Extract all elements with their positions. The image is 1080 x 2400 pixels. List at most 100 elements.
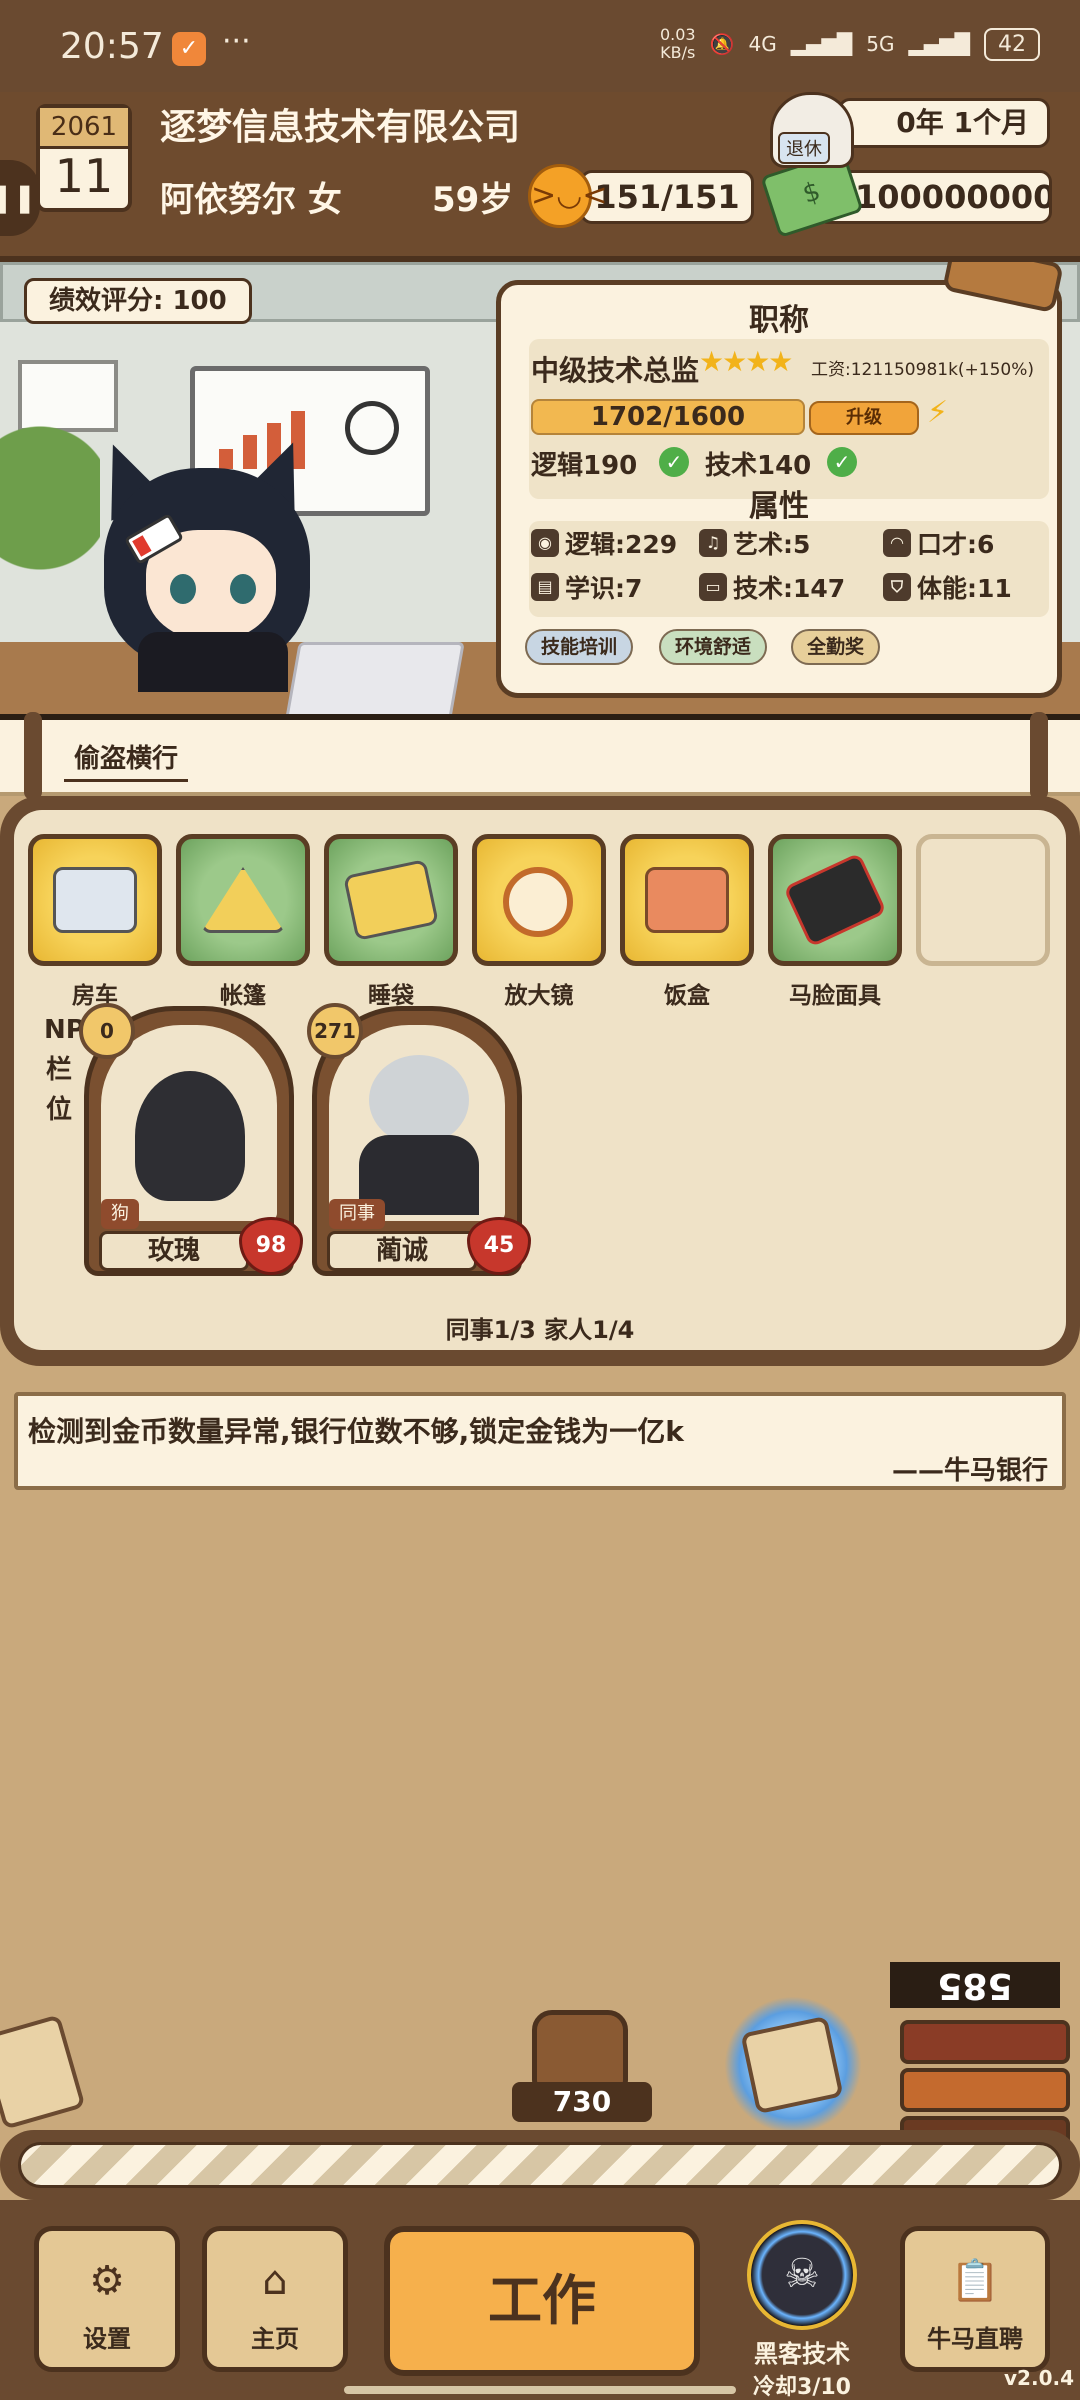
npc-type: 同事 bbox=[329, 1199, 385, 1229]
mute-icon: 🔕 bbox=[709, 32, 735, 56]
item-label: 马脸面具 bbox=[789, 983, 881, 1009]
company-name: 逐梦信息技术有限公司 bbox=[160, 107, 521, 148]
signal-bars-icon: ▂▄▆█ bbox=[790, 32, 853, 56]
inventory-panel: 房车 帐篷 睡袋 放大镜 饭盒 马脸面具 NPC栏位 0 狗 玫瑰 98 271… bbox=[0, 796, 1080, 1366]
system-home-indicator[interactable] bbox=[344, 2386, 736, 2394]
colleague-head bbox=[369, 1055, 469, 1145]
signal-4g: 4G bbox=[748, 32, 777, 56]
item-label: 放大镜 bbox=[504, 983, 574, 1009]
music-icon: ♫ bbox=[699, 529, 727, 557]
job-title: 中级技术总监 bbox=[531, 354, 700, 387]
status-right-group: 0.03 KB/s 🔕 4G ▂▄▆█ 5G ▂▄▆█ 42 bbox=[660, 26, 1040, 62]
npc-counter: 同事1/3 家人1/4 bbox=[445, 1316, 635, 1344]
laptop-icon bbox=[281, 642, 465, 714]
settings-label: 设置 bbox=[83, 2325, 131, 2353]
bank-notice: 检测到金币数量异常,银行位数不够,锁定金钱为一亿k ——牛马银行 bbox=[14, 1392, 1066, 1490]
bar bbox=[219, 449, 233, 469]
req-logic: 逻辑190 bbox=[531, 451, 638, 481]
attr-knowledge: ▤ 学识:7 bbox=[531, 569, 642, 605]
item-slot-lunchbox[interactable] bbox=[620, 834, 754, 966]
req-tech: 技术140 bbox=[705, 451, 812, 481]
job-title-heading: 职称 bbox=[749, 303, 809, 338]
lightning-icon: ⚡ bbox=[927, 395, 949, 430]
retire-countdown[interactable]: 0年 1个月 bbox=[838, 98, 1050, 148]
job-stars-icon: ★★★★ bbox=[699, 345, 793, 378]
upgrade-button[interactable]: 升级 bbox=[809, 401, 919, 435]
potted-plant bbox=[0, 422, 100, 612]
job-card[interactable]: 职称 中级技术总监 ★★★★ 工资:121150981k(+150%) 1702… bbox=[496, 280, 1062, 698]
tag-skill-training[interactable]: 技能培训 bbox=[525, 629, 634, 665]
battery-level: 42 bbox=[984, 27, 1040, 61]
tag-attendance-bonus[interactable]: 全勤奖 bbox=[791, 629, 881, 665]
npc-card-colleague[interactable]: 271 同事 蔺诚 45 bbox=[307, 1003, 531, 1276]
signal-bars-icon-2: ▂▄▆█ bbox=[908, 32, 970, 56]
recruit-label: 牛马直聘 bbox=[927, 2325, 1023, 2353]
book bbox=[900, 2020, 1070, 2064]
net-speed: 0.03 KB/s bbox=[660, 26, 696, 62]
notice-source: ——牛马银行 bbox=[891, 1456, 1048, 1486]
version-label: v2.0.4 bbox=[1004, 2366, 1074, 2390]
clipboard-icon: 📋 bbox=[950, 2258, 1000, 2304]
home-button[interactable]: ⌂ 主页 bbox=[202, 2226, 348, 2372]
progress-bar bbox=[0, 2130, 1080, 2200]
event-banner: 偷盗横行 bbox=[0, 712, 1080, 800]
sleeping-bag-icon bbox=[343, 858, 439, 942]
attributes-heading: 属性 bbox=[749, 489, 809, 524]
bottom-nav: ⚙ 设置 ⌂ 主页 工作 ☠ 黑客技术 冷却3/10 📋 牛马直聘 v2.0.4 bbox=[0, 2200, 1080, 2400]
signal-5g: 5G bbox=[866, 32, 895, 56]
work-button[interactable]: 工作 bbox=[384, 2226, 700, 2376]
office-scene: 绩效评分: 100 职称 中级技术总监 ★★★★ 工资:121150981k(+… bbox=[0, 262, 1080, 720]
experience-bar: 1702/1600 bbox=[531, 399, 805, 435]
barrel-count: 730 bbox=[512, 2082, 652, 2122]
attr-label: 学识:7 bbox=[565, 574, 643, 603]
magnifier-icon bbox=[503, 867, 573, 937]
recruit-button[interactable]: 📋 牛马直聘 bbox=[900, 2226, 1050, 2372]
tag-comfortable-env[interactable]: 环境舒适 bbox=[659, 629, 768, 665]
salary: 工资:121150981k(+150%) bbox=[811, 360, 1035, 380]
dog-icon bbox=[135, 1071, 245, 1201]
character-eye bbox=[170, 574, 196, 604]
item-slot-camper[interactable] bbox=[28, 834, 162, 966]
shield-icon: ⛉ bbox=[883, 573, 911, 601]
attr-physique: ⛉ 体能:11 bbox=[883, 569, 1012, 605]
net-speed-unit: KB/s bbox=[660, 43, 696, 62]
game-header: 2061 11 逐梦信息技术有限公司 阿依努尔 女 59岁 151/151 >◡… bbox=[0, 92, 1080, 262]
player-name: 阿依努尔 女 bbox=[160, 180, 342, 220]
item-slot-sleeping-bag[interactable] bbox=[324, 834, 458, 966]
book bbox=[900, 2068, 1070, 2112]
attr-logic: ◉ 逻辑:229 bbox=[531, 525, 677, 561]
attr-label: 口才:6 bbox=[917, 530, 995, 559]
npc-portrait-dog bbox=[101, 1025, 277, 1221]
npc-portrait-colleague bbox=[329, 1025, 505, 1221]
brain-icon: ◉ bbox=[531, 529, 559, 557]
banner-pole bbox=[1030, 712, 1048, 800]
status-bar: 20:57 ✓ ··· 0.03 KB/s 🔕 4G ▂▄▆█ 5G ▂▄▆█ … bbox=[0, 0, 1080, 92]
scroll-icon[interactable] bbox=[0, 2014, 86, 2130]
app-notification-icon: ✓ bbox=[172, 32, 206, 66]
item-slot-tent[interactable] bbox=[176, 834, 310, 966]
attr-label: 逻辑:229 bbox=[565, 530, 678, 559]
more-notifications-icon: ··· bbox=[222, 24, 251, 59]
npc-name: 蔺诚 bbox=[327, 1231, 477, 1271]
banner-pole bbox=[24, 712, 42, 800]
calendar-day: 11 bbox=[54, 149, 114, 203]
character-body bbox=[138, 632, 288, 692]
hacker-skill-button[interactable]: ☠ 黑客技术 冷却3/10 bbox=[732, 2220, 872, 2400]
smile-face-icon: >◡< bbox=[528, 164, 607, 228]
home-icon: ⌂ bbox=[262, 2258, 288, 2304]
notice-message: 检测到金币数量异常,银行位数不够,锁定金钱为一亿k bbox=[28, 1415, 684, 1448]
item-slot-horse-mask[interactable] bbox=[768, 834, 902, 966]
heart-icon: 45 bbox=[467, 1217, 531, 1275]
clock-check-icon bbox=[345, 401, 399, 455]
item-slot-empty[interactable] bbox=[916, 834, 1050, 966]
settings-button[interactable]: ⚙ 设置 bbox=[34, 2226, 180, 2372]
home-label: 主页 bbox=[251, 2325, 299, 2353]
item-slot-magnifier[interactable] bbox=[472, 834, 606, 966]
tent-icon bbox=[201, 867, 285, 933]
npc-card-dog[interactable]: 0 狗 玫瑰 98 bbox=[79, 1003, 303, 1276]
inventory-inner: 房车 帐篷 睡袋 放大镜 饭盒 马脸面具 NPC栏位 0 狗 玫瑰 98 271… bbox=[14, 810, 1066, 1350]
npc-type: 狗 bbox=[101, 1199, 139, 1229]
heart-icon: 98 bbox=[239, 1217, 303, 1275]
lunchbox-icon bbox=[645, 867, 729, 933]
check-icon: ✓ bbox=[659, 447, 689, 477]
